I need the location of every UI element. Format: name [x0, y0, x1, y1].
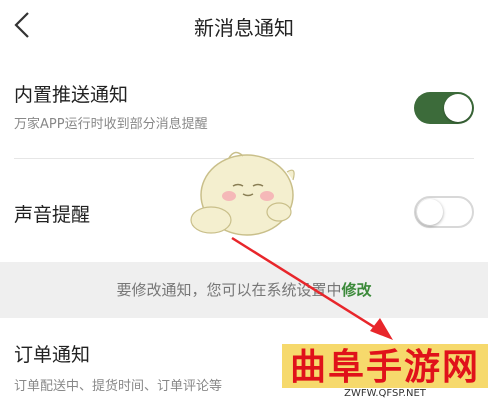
notice-text: 要修改通知，您可以在系统设置中修改 [0, 279, 488, 300]
site-watermark: 曲阜手游网 ZWFW.QFSP.NET [282, 338, 488, 401]
builtin-push-title: 内置推送通知 [14, 84, 129, 106]
toggle-knob [417, 199, 443, 225]
toggle-knob [444, 94, 472, 122]
builtin-push-toggle[interactable] [414, 92, 474, 124]
notice-message: 要修改通知，您可以在系统设置中 [116, 281, 342, 299]
nav-header: 新消息通知 [0, 0, 488, 56]
watermark-title: 曲阜手游网 [289, 346, 480, 388]
builtin-push-row[interactable]: 内置推送通知 万家APP运行时收到部分消息提醒 [0, 56, 488, 158]
order-notification-subtitle: 订单配送中、提货时间、订单评论等 [14, 379, 223, 394]
order-notification-title: 订单通知 [14, 344, 91, 366]
builtin-push-subtitle: 万家APP运行时收到部分消息提醒 [14, 117, 208, 132]
mascot-sticker-icon [190, 151, 295, 236]
system-settings-notice: 要修改通知，您可以在系统设置中修改 [0, 262, 488, 318]
sound-alert-toggle[interactable] [414, 196, 474, 228]
page-title: 新消息通知 [194, 16, 294, 40]
modify-link[interactable]: 修改 [342, 281, 372, 299]
watermark-url: ZWFW.QFSP.NET [344, 388, 426, 399]
sound-alert-title: 声音提醒 [14, 204, 91, 226]
